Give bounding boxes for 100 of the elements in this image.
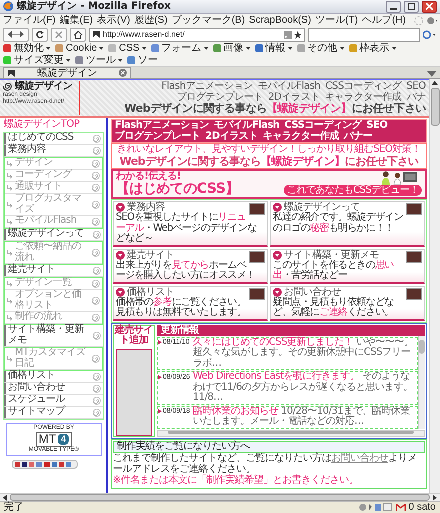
scroll-thumb[interactable] [419,340,425,354]
card-title: 螺旋デザインって [284,202,360,213]
address-field[interactable]: http://www.rasen-d.net/ [89,28,305,42]
toolbar-menu-button[interactable]: 枠表示 [348,42,397,54]
bullet-icon [116,288,125,296]
sidebar-link[interactable]: サイト構築・更新メモ [4,325,103,347]
card-title: 業務内容 [127,202,165,213]
feature-card[interactable]: 螺旋デザインって 私達の紹介です。螺旋デザインのロゴの秘密も明らかに！！ [270,201,425,246]
sale-title: 建売サイト追加 [114,326,154,346]
news-horizontal-scrollbar[interactable] [157,430,425,436]
close-icon[interactable] [119,69,127,77]
star-icon[interactable] [294,30,302,38]
search-field[interactable] [308,28,420,42]
toolbar-menu-button[interactable]: その他 [296,42,345,54]
menu-item[interactable]: ツール(T) [315,15,358,26]
feature-card[interactable]: サイト構築・更新メモ このサイトを作るときの思い出・苦労話などー [270,248,425,284]
category-link[interactable]: キャラクター作成 [262,131,339,142]
category-link[interactable]: バナー [344,131,372,142]
card-text: 出来上がりを見てからホームページを購入したい方にオススメ！ [116,260,257,282]
arrow-icon [7,280,13,286]
toolbar-menu-button[interactable]: ソー [127,54,158,66]
horizontal-scrollbar[interactable] [0,493,440,501]
toolbar-menu-button[interactable]: Cookie [55,42,104,54]
breadcrumb-link[interactable]: 螺旋デザインTOP [2,118,106,131]
reload-button[interactable] [32,28,48,42]
feature-card[interactable]: 建売サイト 出来上がりを見てからホームページを購入したい方にオススメ！ [113,248,268,284]
spiral-icon [93,372,101,380]
sidebar-link[interactable]: はじめてのCSS [4,133,103,145]
category-link[interactable]: モバイルFlash [214,120,280,131]
feature-banner[interactable]: わかる!伝える! 【はじめてのCSS】 これであなたもCSSデビュー！ [111,169,427,199]
back-forward-button[interactable] [3,28,29,42]
feature-card[interactable]: 業務内容 SEOを重視したサイトにリニューアル・Webページのデザインなどなど～ [113,201,268,246]
category-link[interactable]: Flashアニメーション [115,120,210,131]
feature-card[interactable]: 価格リスト 価格帯の参考にご覧ください。見積もりは無料でいたします。 [113,286,268,320]
toolbar-menu-button[interactable]: ツール [75,54,123,66]
search-engine-icon[interactable] [423,30,437,40]
scroll-thumb[interactable] [430,88,440,126]
menu-item[interactable]: ブックマーク(B) [172,15,246,26]
menu-item[interactable]: 表示(V) [97,15,130,26]
reload-icon [36,30,44,38]
maximize-icon [408,3,415,10]
toolbar-menu-button[interactable]: 無効化 [3,42,51,54]
browser-tab[interactable]: 螺旋デザイン [3,67,131,78]
tab-list-icon[interactable] [427,70,437,78]
works-note: ※件名または本文に「制作実績希望」とお書きください。 [113,476,360,486]
maximize-button[interactable] [404,0,419,12]
header-nav-link[interactable]: キャラクター作成 [324,92,402,103]
toolbar-menu-button[interactable]: CSS [108,42,147,54]
works-heading: 制作実績をご覧になりたい方へ [113,440,425,453]
feature-card[interactable]: お問い合わせ 疑問点・見積もり依頼などなど、気軽にご連絡 ください。 [270,286,425,320]
menu-item[interactable]: ScrapBook(S) [249,15,312,26]
sidebar-link[interactable]: お問い合わせ [4,383,103,395]
feature-link[interactable]: これであなたもCSSデビュー！ [284,185,422,196]
contact-link[interactable]: お問い合わせ [332,453,388,464]
menu-item[interactable]: ヘルプ(H) [362,15,406,26]
home-icon [74,30,82,38]
spiral-icon [92,200,100,208]
toolbar-menu-button[interactable]: サイズ変更 [3,54,71,66]
minimize-button[interactable] [386,0,401,12]
stop-icon [55,30,63,38]
menu-item[interactable]: ファイル(F) [3,15,56,26]
tagline: Webデザインに関する事なら【螺旋デザイン】にお任せ下さい [124,103,426,115]
toolbar-menu-button[interactable]: 画像 [212,42,251,54]
home-button[interactable] [70,28,86,42]
header-nav-link[interactable]: 2Dイラスト [268,92,320,103]
menu-item[interactable]: 編集(E) [60,15,94,26]
category-link[interactable]: ブログテンプレート [115,131,200,142]
mail-icon[interactable] [396,504,406,512]
sidebar-link[interactable]: 螺旋デザインって [4,229,103,241]
close-button[interactable] [422,0,437,12]
browser-logo-icon [3,1,14,12]
category-link[interactable]: CSSコーディング [284,120,362,131]
vertical-scrollbar[interactable] [429,79,440,493]
header-nav-link[interactable]: Flashアニメーション [162,81,253,92]
header-nav-link[interactable]: モバイルFlash [258,81,321,92]
sidebar-link[interactable]: スケジュール [4,395,103,407]
sidebar-link[interactable]: 業務内容 [4,145,103,157]
sale-panel[interactable]: 建売サイト追加 [113,324,155,436]
category-link[interactable]: 2Dイラスト [206,131,258,142]
toolbar-menu-button[interactable]: 情報 [254,42,293,54]
scroll-thumb[interactable] [168,430,414,434]
news-scrollbar[interactable] [418,336,425,428]
add-on-icon[interactable] [426,16,437,26]
toolbar-menu-button[interactable]: フォーム [150,42,209,54]
sidebar-link[interactable]: 価格リスト [4,371,103,383]
header-nav-link[interactable]: CSSコーディング [326,81,402,92]
header-nav-link[interactable]: SEO [406,81,426,92]
badge-mark: MT [38,433,56,446]
triangle-icon [158,374,162,380]
scroll-thumb[interactable] [10,494,430,501]
menu-item[interactable]: 履歴(S) [134,15,168,26]
arrow-icon [7,172,13,178]
sidebar-link[interactable]: 建売サイト [4,265,103,277]
site-logo[interactable]: 螺旋デザイン [15,81,73,92]
badge-icons-drawing [12,460,78,469]
sidebar-link[interactable]: サイトマップ [4,407,103,419]
category-link[interactable]: SEO [366,120,388,131]
header-nav-link[interactable]: バナ [406,92,426,103]
banner-subtitle: きれいなレイアウト、見やすいデザイン！しっかり取り組むSEO対策！ [116,144,422,155]
header-nav-link[interactable]: ブログテンプレート [176,92,264,103]
